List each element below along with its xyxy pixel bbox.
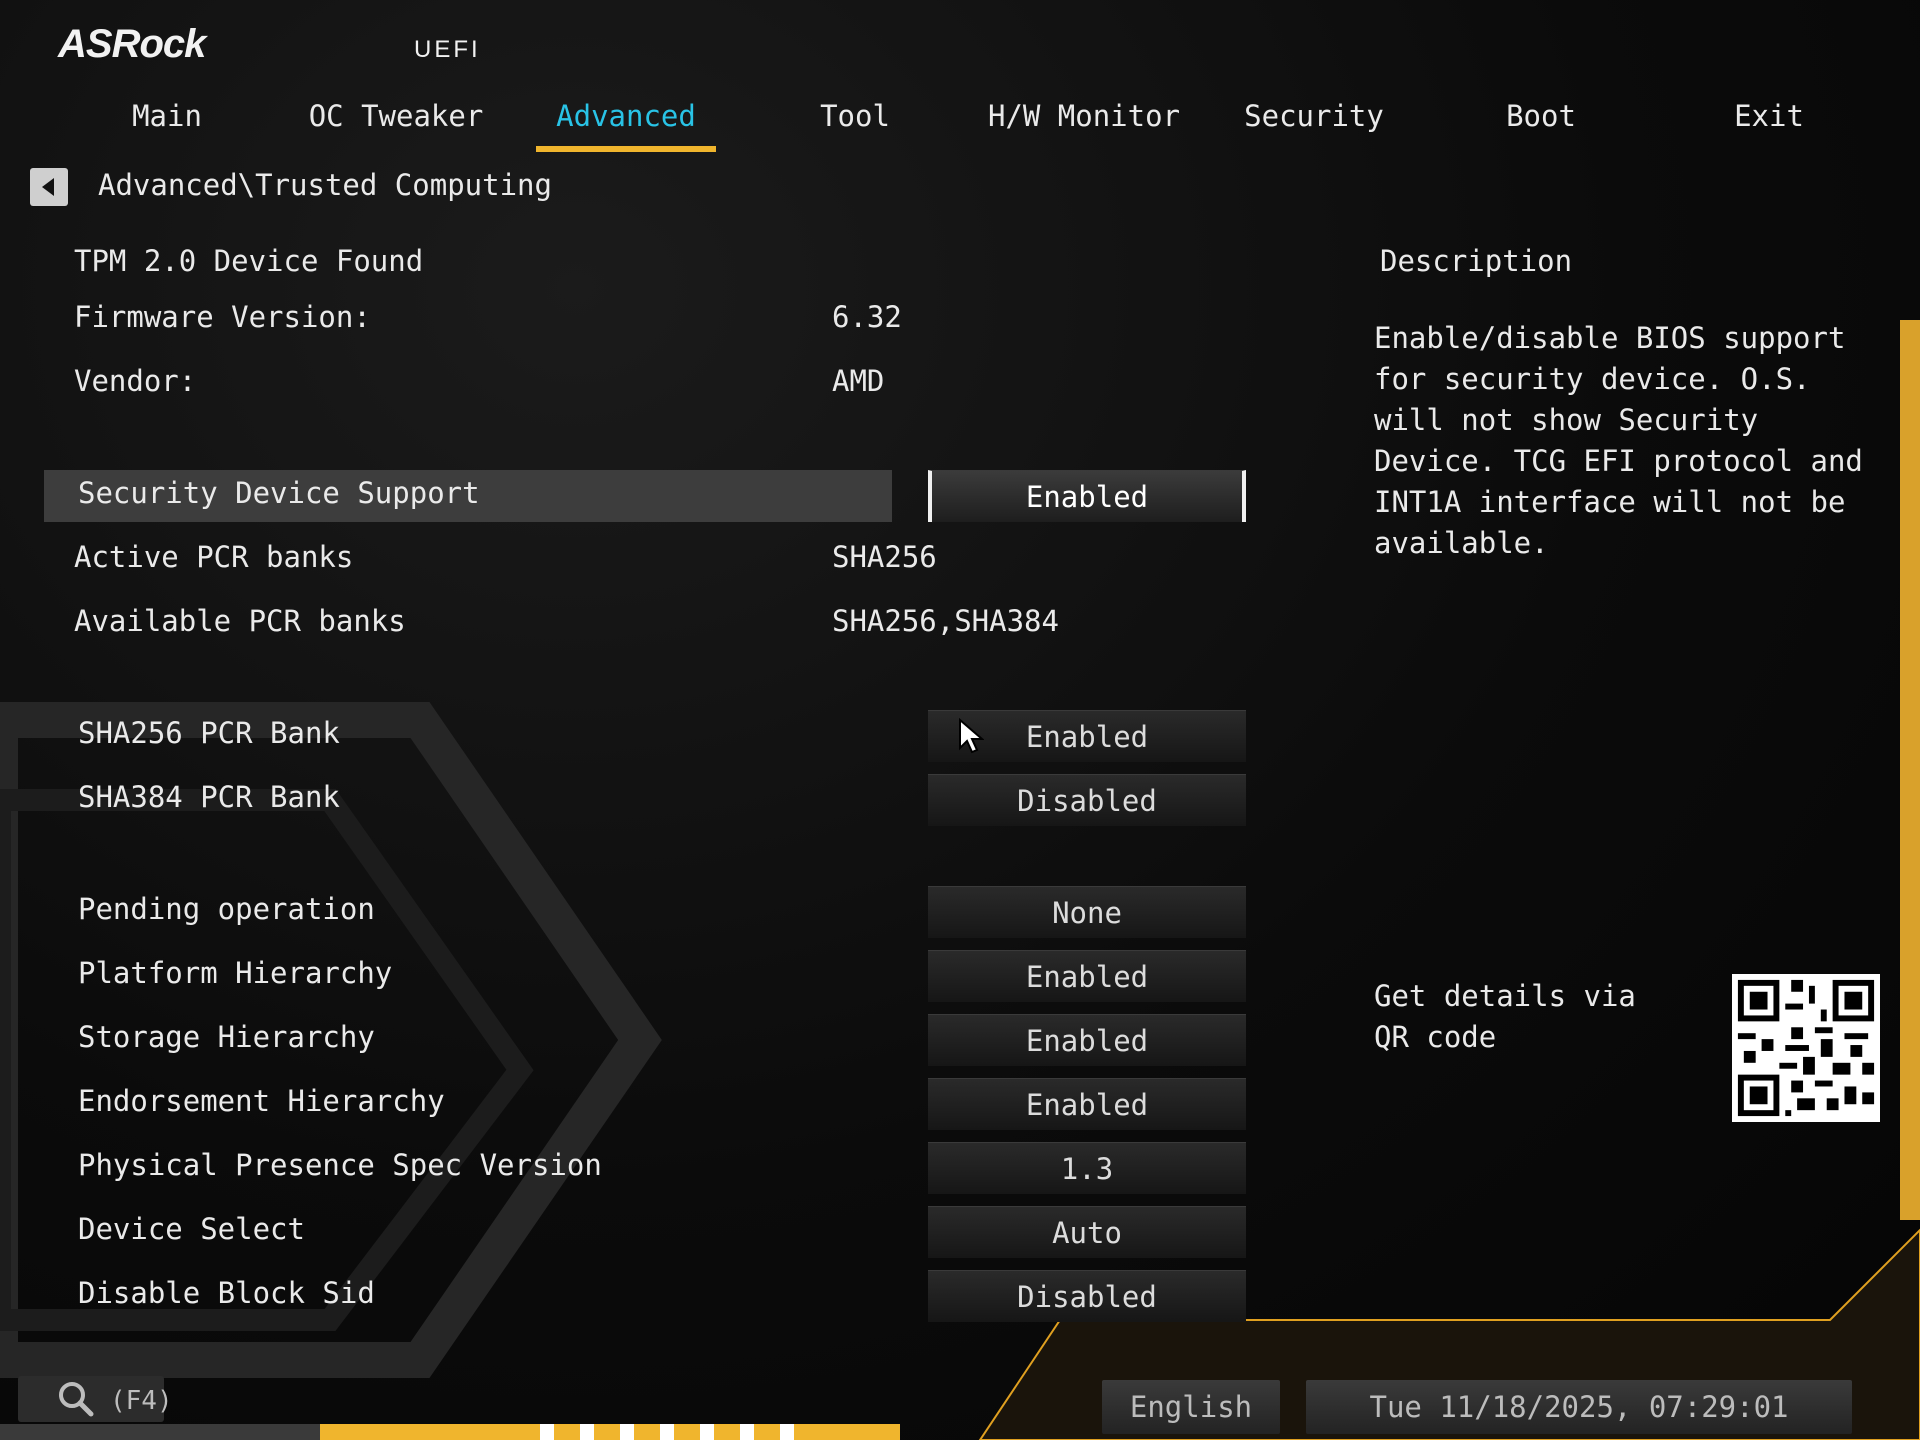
tab-advanced[interactable]: Advanced — [536, 96, 716, 152]
tab-hw-monitor[interactable]: H/W Monitor — [986, 96, 1182, 146]
pp-spec-version-select[interactable]: 1.3 — [928, 1142, 1246, 1194]
platform-hierarchy-label[interactable]: Platform Hierarchy — [78, 956, 392, 990]
back-arrow-icon — [42, 178, 54, 196]
mouse-cursor-icon — [959, 718, 984, 754]
sha384-pcr-bank-label[interactable]: SHA384 PCR Bank — [78, 780, 340, 814]
available-pcr-banks-value: SHA256,SHA384 — [832, 604, 1059, 638]
datetime-display: Tue 11/18/2025, 07:29:01 — [1306, 1380, 1852, 1434]
search-button[interactable]: (F4) — [18, 1376, 173, 1422]
firmware-version-label: Firmware Version: — [74, 300, 371, 334]
tab-exit[interactable]: Exit — [1694, 96, 1844, 146]
description-text: Enable/disable BIOS support for security… — [1374, 321, 1863, 560]
asrock-logo: ASRock — [58, 22, 206, 66]
device-select-select[interactable]: Auto — [928, 1206, 1246, 1258]
disable-block-sid-select[interactable]: Disabled — [928, 1270, 1246, 1322]
security-device-support-select[interactable]: Enabled — [928, 470, 1246, 522]
main-nav: Main OC Tweaker Advanced Tool H/W Monito… — [0, 96, 1920, 152]
security-device-support-label[interactable]: Security Device Support — [78, 476, 480, 510]
tab-boot[interactable]: Boot — [1466, 96, 1616, 146]
storage-hierarchy-select[interactable]: Enabled — [928, 1014, 1246, 1066]
breadcrumb: Advanced\Trusted Computing — [98, 168, 552, 202]
description-title: Description — [1380, 244, 1573, 278]
vendor-value: AMD — [832, 364, 885, 398]
endorsement-hierarchy-label[interactable]: Endorsement Hierarchy — [78, 1084, 445, 1118]
device-select-label[interactable]: Device Select — [78, 1212, 305, 1246]
uefi-label: UEFI — [414, 36, 481, 63]
tpm-device-found: TPM 2.0 Device Found — [74, 244, 424, 278]
back-button[interactable] — [30, 168, 68, 206]
search-icon — [59, 1382, 94, 1417]
active-pcr-banks-value: SHA256 — [832, 540, 937, 574]
tab-main[interactable]: Main — [92, 96, 242, 146]
vendor-label: Vendor: — [74, 364, 197, 398]
tab-security[interactable]: Security — [1230, 96, 1398, 146]
active-pcr-banks-label: Active PCR banks — [74, 540, 354, 574]
tab-oc-tweaker[interactable]: OC Tweaker — [300, 96, 492, 146]
qr-code-icon — [1732, 974, 1880, 1122]
search-shortcut-label: (F4) — [110, 1386, 173, 1416]
pending-operation-select[interactable]: None — [928, 886, 1246, 938]
language-button[interactable]: English — [1102, 1380, 1280, 1434]
disable-block-sid-label[interactable]: Disable Block Sid — [78, 1276, 375, 1310]
pp-spec-version-label[interactable]: Physical Presence Spec Version — [78, 1148, 602, 1182]
firmware-version-value: 6.32 — [832, 300, 902, 334]
sha256-pcr-bank-label[interactable]: SHA256 PCR Bank — [78, 716, 340, 750]
available-pcr-banks-label: Available PCR banks — [74, 604, 406, 638]
sha384-pcr-bank-select[interactable]: Disabled — [928, 774, 1246, 826]
platform-hierarchy-select[interactable]: Enabled — [928, 950, 1246, 1002]
endorsement-hierarchy-select[interactable]: Enabled — [928, 1078, 1246, 1130]
storage-hierarchy-label[interactable]: Storage Hierarchy — [78, 1020, 375, 1054]
pending-operation-label[interactable]: Pending operation — [78, 892, 375, 926]
qr-details-text: Get details via QR code — [1374, 979, 1636, 1054]
tab-tool[interactable]: Tool — [780, 96, 930, 146]
